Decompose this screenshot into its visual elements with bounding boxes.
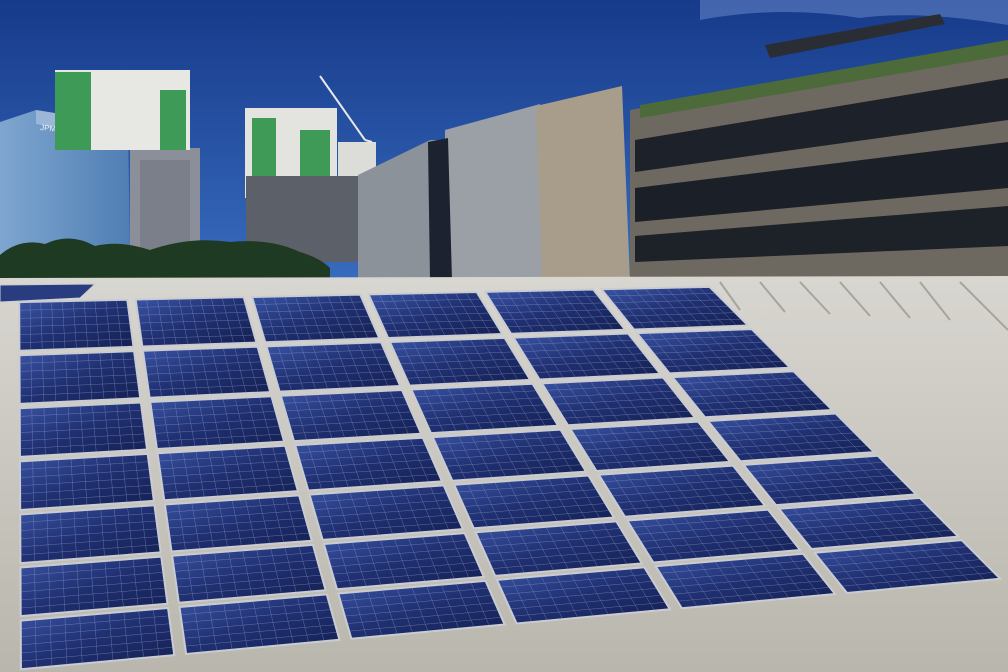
midrise-building [130,148,200,256]
condo-tower-left [55,70,190,150]
rooftop-solar-photo: JPMorgan Chase & Co. [0,0,1008,672]
solar-panel [134,296,258,348]
solar-panel [18,298,135,352]
solar-panel [308,484,465,541]
solar-panel [293,436,444,492]
